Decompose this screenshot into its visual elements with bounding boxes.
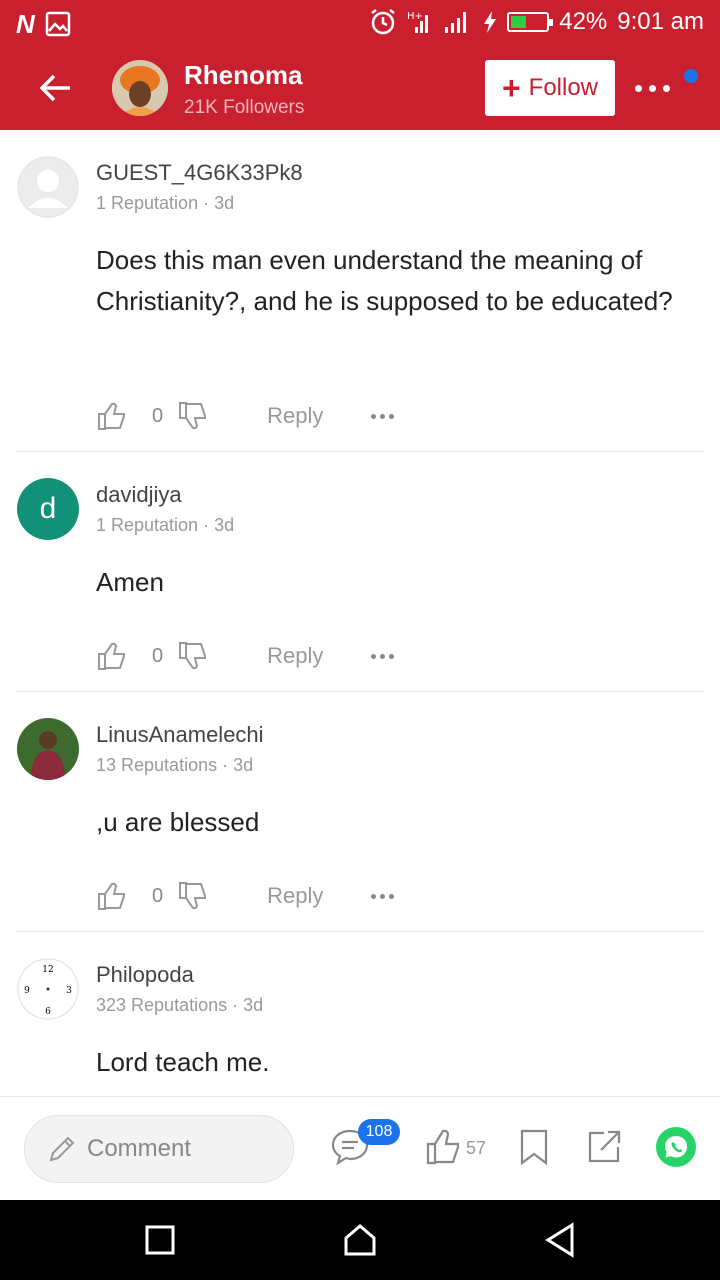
comment-text: ,u are blessed bbox=[96, 807, 260, 837]
thumbs-down-icon[interactable] bbox=[177, 880, 209, 912]
like-count: 0 bbox=[152, 404, 164, 427]
plus-icon: + bbox=[501, 70, 521, 106]
comment-meta: 323 Reputations · 3d bbox=[96, 995, 264, 1015]
profile-avatar[interactable] bbox=[112, 60, 168, 116]
svg-text:3: 3 bbox=[66, 986, 72, 996]
comment-meta: 1 Reputation · 3d bbox=[96, 193, 235, 213]
notification-dot bbox=[684, 69, 698, 83]
clock-avatar[interactable]: 12 3 6 9 bbox=[17, 958, 79, 1020]
whatsapp-icon[interactable] bbox=[656, 1127, 696, 1167]
thumbs-down-icon[interactable] bbox=[177, 640, 209, 672]
comment-username[interactable]: davidjiya bbox=[96, 482, 182, 508]
thumbs-up-icon[interactable] bbox=[96, 640, 128, 672]
profile-header: Rhenoma 21K Followers + Follow bbox=[0, 48, 720, 130]
comment-more-button[interactable] bbox=[371, 653, 395, 659]
comment-item: 12 3 6 9 Philopoda 323 Reputations · 3d Lor… bbox=[16, 932, 704, 1096]
default-avatar-icon[interactable] bbox=[17, 156, 79, 218]
comment-placeholder: Comment bbox=[87, 1135, 192, 1162]
comment-text: Lord teach me. bbox=[96, 1047, 270, 1077]
charging-icon bbox=[484, 11, 497, 33]
reply-button[interactable]: Reply bbox=[267, 883, 323, 909]
profile-name[interactable]: Rhenoma bbox=[184, 60, 302, 91]
follow-button[interactable]: + Follow bbox=[485, 60, 615, 116]
image-icon bbox=[45, 11, 71, 37]
comment-actions: 0 Reply bbox=[96, 636, 395, 676]
bookmark-icon[interactable] bbox=[514, 1127, 554, 1167]
comment-text: Amen bbox=[96, 567, 164, 597]
recents-icon[interactable] bbox=[140, 1220, 180, 1260]
system-nav-bar bbox=[0, 1200, 720, 1280]
more-options-button[interactable] bbox=[630, 70, 674, 106]
bottom-action-bar: Comment 108 57 bbox=[0, 1096, 720, 1200]
like-count: 0 bbox=[152, 884, 164, 907]
letter-avatar[interactable]: d bbox=[17, 478, 79, 540]
thumbs-up-icon[interactable] bbox=[96, 400, 128, 432]
alarm-icon bbox=[371, 9, 395, 35]
comment-actions: 0 Reply bbox=[96, 396, 395, 436]
back-icon[interactable] bbox=[540, 1220, 580, 1260]
svg-text:12: 12 bbox=[42, 965, 53, 975]
status-bar: N H+ 42% 9:01 am bbox=[0, 0, 720, 48]
comment-username[interactable]: Philopoda bbox=[96, 962, 194, 988]
thumbs-up-icon[interactable] bbox=[96, 880, 128, 912]
like-count: 0 bbox=[152, 644, 164, 667]
comment-meta: 1 Reputation · 3d bbox=[96, 515, 235, 535]
comment-username[interactable]: GUEST_4G6K33Pk8 bbox=[96, 160, 303, 186]
follow-label: Follow bbox=[528, 74, 599, 101]
comment-more-button[interactable] bbox=[371, 893, 395, 899]
n-logo-icon: N bbox=[16, 9, 35, 39]
clock-time: 9:01 am bbox=[617, 8, 704, 35]
comment-item: GUEST_4G6K33Pk8 1 Reputation · 3d Does t… bbox=[16, 130, 704, 452]
comment-more-button[interactable] bbox=[371, 413, 395, 419]
svg-text:6: 6 bbox=[45, 1007, 51, 1017]
comment-item: LinusAnamelechi 13 Reputations · 3d ,u a… bbox=[16, 692, 704, 932]
home-icon[interactable] bbox=[340, 1220, 380, 1260]
reply-button[interactable]: Reply bbox=[267, 403, 323, 429]
comment-item: d davidjiya 1 Reputation · 3d Amen 0 Rep… bbox=[16, 452, 704, 692]
comment-actions: 0 Reply bbox=[96, 876, 395, 916]
like-icon[interactable] bbox=[424, 1127, 464, 1167]
svg-text:H+: H+ bbox=[407, 11, 423, 22]
comment-input[interactable]: Comment bbox=[24, 1115, 294, 1183]
back-arrow-icon[interactable] bbox=[36, 68, 76, 108]
like-count-total: 57 bbox=[466, 1138, 487, 1158]
comment-username[interactable]: LinusAnamelechi bbox=[96, 722, 264, 748]
signal-icon: H+ bbox=[407, 11, 467, 33]
pencil-icon bbox=[49, 1136, 75, 1162]
share-icon[interactable] bbox=[584, 1127, 624, 1167]
followers-count: 21K Followers bbox=[184, 97, 305, 118]
battery-icon bbox=[507, 12, 554, 32]
comments-list[interactable]: GUEST_4G6K33Pk8 1 Reputation · 3d Does t… bbox=[0, 130, 720, 1096]
comment-meta: 13 Reputations · 3d bbox=[96, 755, 254, 775]
reply-button[interactable]: Reply bbox=[267, 643, 323, 669]
photo-avatar[interactable] bbox=[17, 718, 79, 780]
comment-count-badge: 108 bbox=[358, 1119, 400, 1145]
battery-percent: 42% bbox=[559, 8, 608, 35]
svg-text:9: 9 bbox=[24, 986, 30, 996]
thumbs-down-icon[interactable] bbox=[177, 400, 209, 432]
comment-text: Does this man even understand the meanin… bbox=[96, 245, 673, 316]
